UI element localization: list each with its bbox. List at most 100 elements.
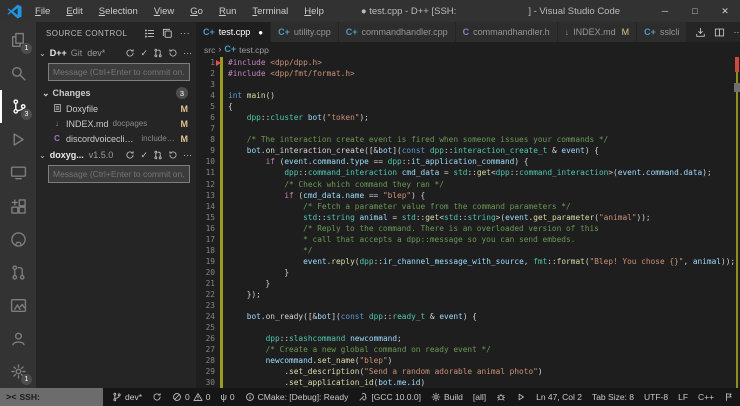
activity-run-debug[interactable] <box>0 123 36 156</box>
split-icon[interactable] <box>714 27 725 38</box>
gutter-modified-indicator[interactable] <box>220 179 223 190</box>
gutter-modified-indicator[interactable] <box>220 256 223 267</box>
line-number[interactable]: 30 <box>196 377 220 388</box>
status-sync-status[interactable] <box>147 388 167 406</box>
more-icon[interactable]: ··· <box>180 29 190 38</box>
gutter-modified-indicator[interactable] <box>220 145 223 156</box>
line-number[interactable]: 10 <box>196 156 220 167</box>
menu-run[interactable]: Run <box>212 4 243 19</box>
menu-view[interactable]: View <box>147 4 181 19</box>
status-cmake-launch[interactable] <box>511 388 531 406</box>
activity-explorer[interactable]: 1 <box>0 24 36 57</box>
tab-sslcli[interactable]: C+sslcli <box>637 22 687 42</box>
code-line-3[interactable]: 3 <box>196 79 740 90</box>
more-icon[interactable]: ··· <box>733 28 740 37</box>
sync-icon[interactable] <box>125 150 135 160</box>
menu-help[interactable]: Help <box>297 4 331 19</box>
status-cmake-kit[interactable]: [GCC 10.0.0] <box>353 388 426 406</box>
install-icon[interactable] <box>695 27 706 38</box>
status-eol[interactable]: LF <box>673 388 693 406</box>
line-number[interactable]: 2 <box>196 68 220 79</box>
line-number[interactable]: 7 <box>196 123 220 134</box>
gutter-modified-indicator[interactable] <box>220 355 223 366</box>
repo-header-1[interactable]: ⌄D++Gitdev*✓··· <box>36 44 196 62</box>
tab-utility.cpp[interactable]: C+utility.cpp <box>271 22 339 42</box>
gutter-modified-indicator[interactable] <box>220 57 223 68</box>
check-icon[interactable]: ✓ <box>140 151 148 160</box>
status-remote-indicator[interactable]: ><SSH: <box>0 388 103 406</box>
gutter-modified-indicator[interactable] <box>220 90 223 101</box>
repo-header-2[interactable]: ⌄doxyg...v1.5.0✓··· <box>36 146 196 164</box>
gutter-modified-indicator[interactable] <box>220 156 223 167</box>
gutter-modified-indicator[interactable] <box>220 322 223 333</box>
pr-icon[interactable] <box>153 150 163 160</box>
refresh-icon[interactable] <box>168 150 178 160</box>
line-number[interactable]: 12 <box>196 179 220 190</box>
gutter-modified-indicator[interactable] <box>220 101 223 112</box>
menu-file[interactable]: File <box>28 4 57 19</box>
line-number[interactable]: 13 <box>196 190 220 201</box>
line-number[interactable]: 3 <box>196 79 220 90</box>
line-number[interactable]: 29 <box>196 366 220 377</box>
gutter-modified-indicator[interactable] <box>220 245 223 256</box>
gutter-modified-indicator[interactable] <box>220 377 223 388</box>
activity-accounts[interactable] <box>0 322 36 355</box>
gutter-modified-indicator[interactable] <box>220 234 223 245</box>
line-number[interactable]: 9 <box>196 145 220 156</box>
breadcrumb[interactable]: src›C+test.cpp <box>196 42 740 57</box>
code-line-28[interactable]: 28 newcommand.set_name("blep") <box>196 355 740 366</box>
activity-github[interactable] <box>0 223 36 256</box>
line-number[interactable]: 23 <box>196 300 220 311</box>
code-line-17[interactable]: 17 * call that accepts a dpp::message so… <box>196 234 740 245</box>
commit-message-input[interactable] <box>48 63 190 81</box>
code-line-27[interactable]: 27 /* Create a new global command on rea… <box>196 344 740 355</box>
line-number[interactable]: 4 <box>196 90 220 101</box>
maximize-button[interactable]: □ <box>680 0 710 22</box>
menu-edit[interactable]: Edit <box>59 4 89 19</box>
activity-search[interactable] <box>0 57 36 90</box>
gutter-modified-indicator[interactable] <box>220 344 223 355</box>
code-line-8[interactable]: 8 /* The interaction create event is fir… <box>196 134 740 145</box>
code-line-25[interactable]: 25 <box>196 322 740 333</box>
gutter-modified-indicator[interactable] <box>220 311 223 322</box>
sync-icon[interactable] <box>125 48 135 58</box>
line-number[interactable]: 20 <box>196 267 220 278</box>
menu-go[interactable]: Go <box>183 4 210 19</box>
breadcrumb-item-src[interactable]: src <box>204 45 215 55</box>
gutter-modified-indicator[interactable] <box>220 267 223 278</box>
close-button[interactable]: ✕ <box>710 0 740 22</box>
chevron-down-icon[interactable]: ⌄ <box>42 88 50 99</box>
status-encoding[interactable]: UTF-8 <box>639 388 673 406</box>
status-cursor-position[interactable]: Ln 47, Col 2 <box>531 388 587 406</box>
code-line-6[interactable]: 6 dpp::cluster bot("token"); <box>196 112 740 123</box>
commit-message-input[interactable] <box>48 165 190 183</box>
scm-file-doxyfile[interactable]: DoxyfileM <box>36 101 196 116</box>
code-line-16[interactable]: 16 /* Reply to the command. There is an … <box>196 223 740 234</box>
code-line-20[interactable]: 20 } <box>196 267 740 278</box>
code-line-1[interactable]: 1#include <dpp/dpp.h> <box>196 57 740 68</box>
gutter-modified-indicator[interactable] <box>220 79 223 90</box>
line-number[interactable]: 14 <box>196 201 220 212</box>
status-cmake-debug[interactable] <box>491 388 511 406</box>
line-number[interactable]: 28 <box>196 355 220 366</box>
code-line-19[interactable]: 19 event.reply(dpp::ir_channel_message_w… <box>196 256 740 267</box>
scm-file-index.md[interactable]: ↓INDEX.mddocpagesM <box>36 116 196 131</box>
code-line-10[interactable]: 10 if (event.command.type == dpp::it_app… <box>196 156 740 167</box>
gutter-modified-indicator[interactable] <box>220 68 223 79</box>
code-editor[interactable]: 1#include <dpp/dpp.h>2#include <dpp/fmt/… <box>196 57 740 388</box>
code-line-9[interactable]: 9 bot.on_interaction_create([&bot](const… <box>196 145 740 156</box>
tab-commandhandler.cpp[interactable]: C+commandhandler.cpp <box>339 22 456 42</box>
status-problems[interactable]: 00 <box>167 388 215 406</box>
code-line-21[interactable]: 21 } <box>196 278 740 289</box>
dirty-indicator[interactable]: ● <box>258 28 263 37</box>
code-line-12[interactable]: 12 /* Check which command they ran */ <box>196 179 740 190</box>
scm-file-discordvoiceclient.h[interactable]: Cdiscordvoiceclient.hinclude/d...M <box>36 131 196 146</box>
code-line-11[interactable]: 11 dpp::command_interaction cmd_data = s… <box>196 167 740 178</box>
line-number[interactable]: 21 <box>196 278 220 289</box>
status-ports[interactable]: ψ0 <box>215 388 239 406</box>
code-line-13[interactable]: 13 if (cmd_data.name == "blep") { <box>196 190 740 201</box>
check-icon[interactable]: ✓ <box>140 49 148 58</box>
gutter-modified-indicator[interactable] <box>220 366 223 377</box>
gutter-modified-indicator[interactable] <box>220 278 223 289</box>
code-line-22[interactable]: 22 }); <box>196 289 740 300</box>
